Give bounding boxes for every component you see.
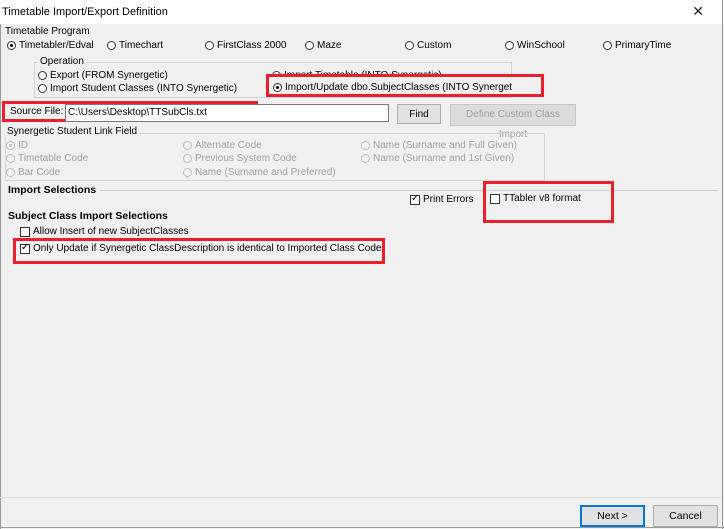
- radio-indicator: [273, 83, 282, 92]
- subject-class-heading: Subject Class Import Selections: [8, 210, 168, 222]
- radio-indicator: [183, 141, 192, 150]
- define-custom-class-import-button[interactable]: Define Custom Class Import: [450, 104, 576, 140]
- title-bar: Timetable Import/Export Definition ✕: [0, 0, 724, 24]
- timetable-program-label: Timetable Program: [5, 26, 90, 37]
- radio-timetabler-edval[interactable]: Timetabler/Edval: [7, 40, 94, 51]
- radio-label: Name (Surname and Preferred): [195, 167, 336, 178]
- radio-indicator: [38, 71, 47, 80]
- radio-import-student-classes[interactable]: Import Student Classes (INTO Synergetic): [38, 83, 237, 94]
- radio-label: Import Student Classes (INTO Synergetic): [50, 83, 238, 94]
- window-title: Timetable Import/Export Definition: [2, 6, 168, 18]
- radio-link-name-1st-given[interactable]: Name (Surname and 1st Given): [361, 153, 514, 164]
- radio-label: Alternate Code: [195, 140, 262, 151]
- only-update-checkbox[interactable]: Only Update if Synergetic ClassDescripti…: [20, 242, 382, 254]
- source-file-input[interactable]: C:\Users\Desktop\TTSubCls.txt: [65, 104, 389, 122]
- radio-indicator: [6, 168, 15, 177]
- import-selections-heading: Import Selections: [8, 184, 97, 196]
- radio-indicator: [405, 41, 414, 50]
- window-border: [722, 0, 723, 529]
- radio-label: Export (FROM Synergetic): [50, 70, 168, 81]
- cancel-button[interactable]: Cancel: [653, 505, 718, 527]
- find-button[interactable]: Find: [397, 104, 441, 124]
- radio-indicator: [603, 41, 612, 50]
- checkbox-indicator: [20, 242, 30, 254]
- checkbox-label: TTabler v8 format: [503, 193, 581, 204]
- window-border: [0, 24, 1, 529]
- checkbox-indicator: [410, 193, 420, 205]
- ttabler-v8-format-checkbox[interactable]: TTabler v8 format: [490, 193, 581, 204]
- radio-label: Timetabler/Edval: [19, 40, 94, 51]
- radio-label: Maze: [317, 40, 342, 51]
- radio-link-name-full-given[interactable]: Name (Surname and Full Given): [361, 140, 517, 151]
- radio-primarytime[interactable]: PrimaryTime: [603, 40, 671, 51]
- radio-indicator: [361, 141, 370, 150]
- print-errors-checkbox[interactable]: Print Errors: [410, 193, 474, 205]
- radio-label: Name (Surname and 1st Given): [373, 153, 515, 164]
- radio-custom[interactable]: Custom: [405, 40, 451, 51]
- source-file-value: C:\Users\Desktop\TTSubCls.txt: [68, 107, 207, 118]
- student-link-label: Synergetic Student Link Field: [5, 126, 140, 137]
- radio-export[interactable]: Export (FROM Synergetic): [38, 70, 168, 81]
- radio-indicator: [6, 141, 15, 150]
- operation-label: Operation: [38, 56, 86, 67]
- source-file-label: Source File:: [10, 106, 64, 117]
- radio-timechart[interactable]: Timechart: [107, 40, 163, 51]
- radio-indicator: [305, 41, 314, 50]
- radio-label: Previous System Code: [195, 153, 297, 164]
- radio-link-previous-system-code[interactable]: Previous System Code: [183, 153, 297, 164]
- radio-indicator: [361, 154, 370, 163]
- radio-label: Bar Code: [18, 167, 61, 178]
- radio-indicator: [107, 41, 116, 50]
- radio-link-name-preferred[interactable]: Name (Surname and Preferred): [183, 167, 336, 178]
- radio-label: Custom: [417, 40, 452, 51]
- radio-label: Timechart: [119, 40, 164, 51]
- checkbox-label: Allow Insert of new SubjectClasses: [33, 226, 189, 237]
- radio-label: PrimaryTime: [615, 40, 672, 51]
- checkbox-label: Only Update if Synergetic ClassDescripti…: [33, 243, 382, 254]
- radio-link-alternate-code[interactable]: Alternate Code: [183, 140, 262, 151]
- next-button[interactable]: Next >: [580, 505, 645, 527]
- radio-indicator: [183, 168, 192, 177]
- radio-maze[interactable]: Maze: [305, 40, 341, 51]
- radio-winschool[interactable]: WinSchool: [505, 40, 565, 51]
- radio-indicator: [7, 41, 16, 50]
- radio-label: WinSchool: [517, 40, 565, 51]
- radio-label: Timetable Code: [18, 153, 89, 164]
- radio-label: FirstClass 2000: [217, 40, 287, 51]
- radio-indicator: [183, 154, 192, 163]
- checkbox-indicator: [490, 193, 500, 204]
- radio-label: Name (Surname and Full Given): [373, 140, 517, 151]
- checkbox-label: Print Errors: [423, 194, 474, 205]
- radio-indicator: [38, 84, 47, 93]
- radio-link-id[interactable]: ID: [6, 140, 28, 151]
- radio-indicator: [505, 41, 514, 50]
- divider: [100, 190, 718, 191]
- close-icon[interactable]: ✕: [692, 3, 704, 20]
- radio-label: Import/Update dbo.SubjectClasses (INTO S…: [285, 82, 513, 93]
- allow-insert-checkbox[interactable]: Allow Insert of new SubjectClasses: [20, 226, 189, 237]
- radio-link-bar-code[interactable]: Bar Code: [6, 167, 60, 178]
- radio-label: ID: [18, 140, 28, 151]
- footer-divider: [0, 497, 722, 498]
- radio-link-timetable-code[interactable]: Timetable Code: [6, 153, 88, 164]
- window-border: [0, 527, 724, 528]
- radio-indicator: [205, 41, 214, 50]
- checkbox-indicator: [20, 226, 30, 237]
- radio-firstclass-2000[interactable]: FirstClass 2000: [205, 40, 286, 51]
- radio-import-update-subjectclasses[interactable]: Import/Update dbo.SubjectClasses (INTO S…: [273, 82, 512, 93]
- radio-indicator: [6, 154, 15, 163]
